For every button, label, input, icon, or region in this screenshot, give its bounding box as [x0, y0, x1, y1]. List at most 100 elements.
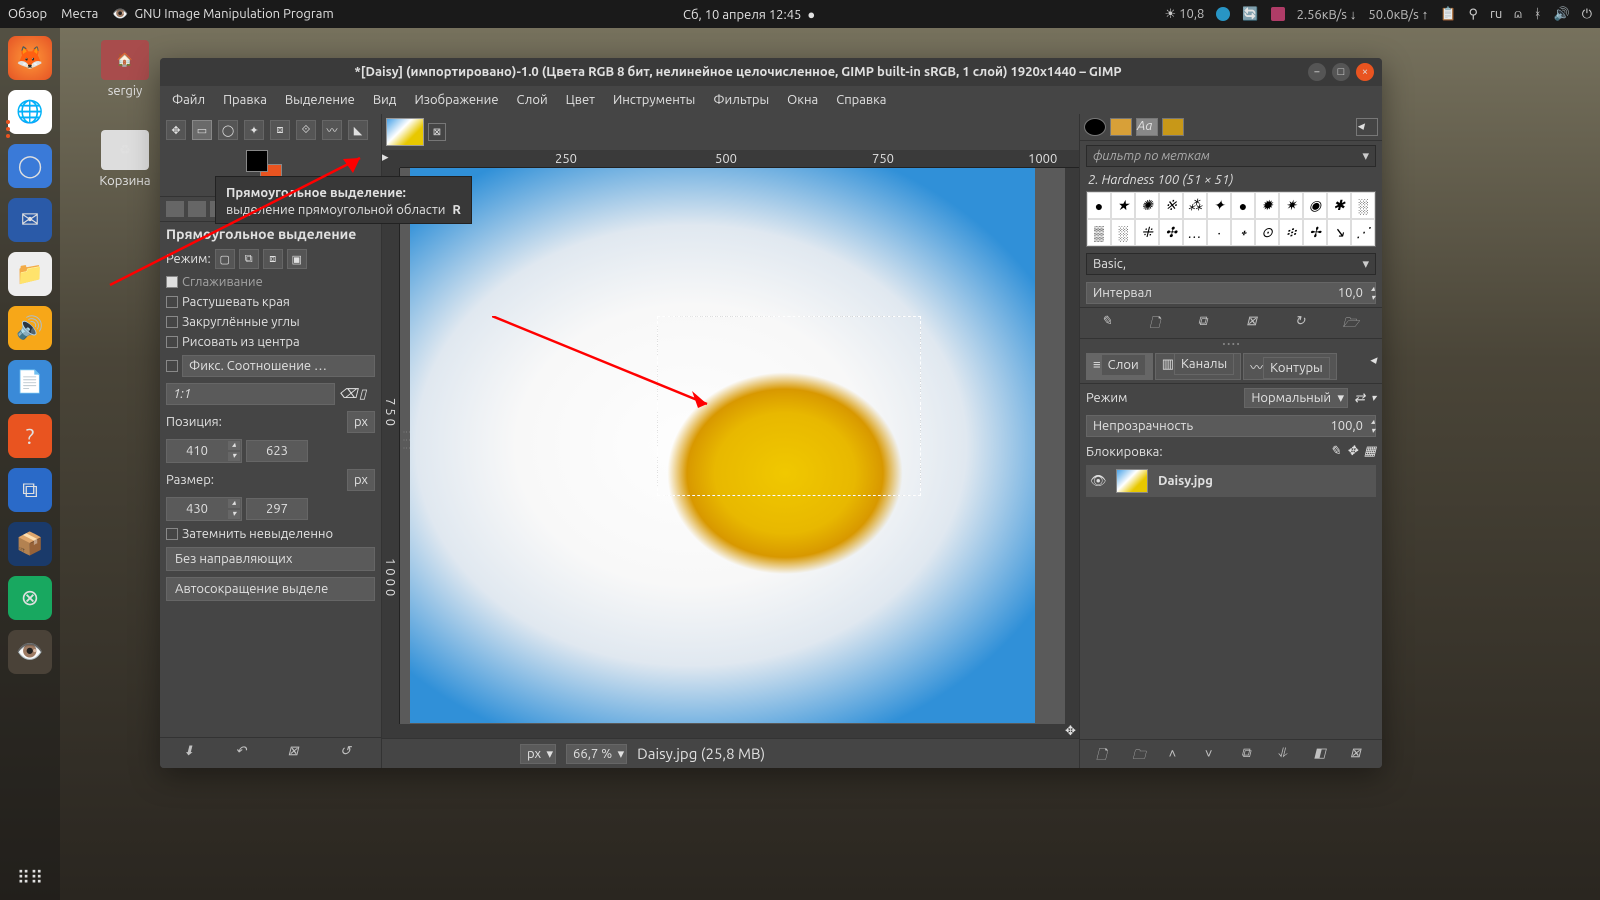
guides-select[interactable]: Без направляющих: [166, 547, 375, 571]
layer-up-icon[interactable]: ˄: [1169, 746, 1185, 762]
brush-preset-select[interactable]: Basic,: [1086, 253, 1376, 275]
scrollbar-h[interactable]: [382, 724, 1065, 738]
chk-darken[interactable]: [166, 528, 178, 540]
accessibility-icon[interactable]: ⚲: [1468, 7, 1478, 22]
weather-indicator[interactable]: ☀ 10,8: [1165, 7, 1205, 22]
window-maximize[interactable]: □: [1332, 63, 1350, 81]
mode-subtract[interactable]: ⧈: [263, 249, 283, 269]
dock-vscode[interactable]: ⧉: [8, 468, 52, 512]
spacing-field[interactable]: Интервал10,0▴▾: [1086, 282, 1376, 304]
brush-new-icon[interactable]: 🗋: [1149, 314, 1167, 332]
selection-marquee[interactable]: [657, 316, 921, 496]
rtab-fonts[interactable]: Aa: [1136, 118, 1158, 136]
layer-group-icon[interactable]: 🗀: [1132, 746, 1148, 762]
menu-tools[interactable]: Инструменты: [613, 93, 695, 107]
layer-delete-icon[interactable]: ⊠: [1350, 746, 1366, 762]
size-w-input[interactable]: ▴▾: [166, 497, 242, 521]
tab-paths[interactable]: 〰Контуры: [1243, 353, 1337, 380]
lock-alpha-icon[interactable]: ▦: [1364, 444, 1376, 459]
bluetooth-icon[interactable]: ᚼ: [1534, 7, 1542, 21]
reset-preset-icon[interactable]: ↺: [340, 744, 358, 762]
brush-edit-icon[interactable]: ✎: [1101, 314, 1119, 332]
restore-preset-icon[interactable]: ↶: [235, 744, 253, 762]
menu-filters[interactable]: Фильтры: [713, 93, 769, 107]
tray-icon-cube[interactable]: [1271, 7, 1285, 21]
window-minimize[interactable]: −: [1308, 63, 1326, 81]
fg-color-swatch[interactable]: [246, 150, 268, 172]
size-h-input[interactable]: [246, 498, 308, 520]
brush-open-icon[interactable]: 🗁: [1343, 314, 1361, 332]
mode-switch-icon[interactable]: ⇄: [1354, 391, 1365, 406]
layer-name[interactable]: Daisy.jpg: [1158, 474, 1213, 488]
image-tab-thumb[interactable]: [386, 118, 424, 146]
brush-del-icon[interactable]: ⊠: [1246, 314, 1264, 332]
tray-icon-1[interactable]: 🔄: [1242, 7, 1258, 22]
ruler-horizontal[interactable]: 250 500 750 1000: [400, 150, 1079, 168]
tab-device-status[interactable]: [188, 201, 206, 217]
brush-grid[interactable]: ●★✺※⁂✦●✹✷◉✱░ ▒░⁜✣…·᛭⊙፨✢↘⋰: [1086, 191, 1376, 247]
window-close[interactable]: ×: [1356, 63, 1374, 81]
menu-windows[interactable]: Окна: [787, 93, 818, 107]
menu-file[interactable]: Файл: [172, 93, 205, 107]
tool-move[interactable]: ✥: [166, 120, 186, 140]
image-canvas[interactable]: ⋮⋮⋮: [400, 168, 1065, 724]
menu-help[interactable]: Справка: [836, 93, 886, 107]
clipboard-icon[interactable]: 📋: [1440, 7, 1456, 22]
dock-help[interactable]: ?: [8, 414, 52, 458]
size-unit[interactable]: px: [347, 469, 375, 491]
places-menu[interactable]: Места: [61, 7, 98, 21]
menu-layer[interactable]: Слой: [517, 93, 548, 107]
save-preset-icon[interactable]: ⬇: [183, 744, 201, 762]
layer-mask-icon[interactable]: ◧: [1314, 746, 1330, 762]
delete-preset-icon[interactable]: ⊠: [288, 744, 306, 762]
layer-dup-icon[interactable]: ⧉: [1241, 746, 1257, 762]
layer-item[interactable]: 👁 Daisy.jpg: [1086, 465, 1376, 497]
menu-color[interactable]: Цвет: [566, 93, 595, 107]
brush-dup-icon[interactable]: ⧉: [1198, 314, 1216, 332]
tool-rect-select[interactable]: ▭: [192, 120, 212, 140]
desktop-trash[interactable]: ♻ Корзина: [90, 130, 160, 188]
window-titlebar[interactable]: *[Daisy] (импортировано)-1.0 (Цвета RGB …: [160, 58, 1382, 86]
lock-position-icon[interactable]: ✥: [1347, 444, 1358, 459]
layer-down-icon[interactable]: ˅: [1205, 746, 1221, 762]
chk-rounded[interactable]: [166, 316, 178, 328]
tab-channels[interactable]: ▥Каналы: [1155, 353, 1241, 380]
dock-gimp[interactable]: 👁️: [8, 630, 52, 674]
menu-select[interactable]: Выделение: [285, 93, 355, 107]
aspect-ratio-input[interactable]: 1:1: [166, 383, 335, 405]
brush-filter-input[interactable]: фильтр по меткам: [1086, 145, 1376, 167]
status-zoom-select[interactable]: 66,7 %: [566, 744, 627, 764]
rtab-patterns[interactable]: [1110, 118, 1132, 136]
dock-separator[interactable]: • • • •: [1080, 339, 1382, 350]
tool-fuzzy-select[interactable]: ✦: [244, 120, 264, 140]
fixed-mode-select[interactable]: Фикс. Соотношение …: [182, 355, 375, 377]
chk-feather[interactable]: [166, 296, 178, 308]
tab-tool-options[interactable]: [166, 201, 184, 217]
mode-replace[interactable]: ▢: [215, 249, 235, 269]
dock-app-green[interactable]: ⊗: [8, 576, 52, 620]
volume-icon[interactable]: 🔊: [1554, 7, 1570, 22]
dock-rhythmbox[interactable]: 🔊: [8, 306, 52, 350]
ltab-menu-icon[interactable]: ◂: [1369, 353, 1376, 380]
layer-new-icon[interactable]: 🗋: [1096, 746, 1112, 762]
portrait-icon[interactable]: ▯: [359, 387, 375, 402]
autoshrink-button[interactable]: Автосокращение выделе: [166, 577, 375, 601]
keyboard-layout[interactable]: ru: [1490, 7, 1502, 21]
mode-intersect[interactable]: ▣: [287, 249, 307, 269]
position-unit[interactable]: px: [347, 411, 375, 433]
dock-apps-grid[interactable]: ⠿⠿: [8, 856, 52, 900]
clock[interactable]: Сб, 10 апреля 12:45 ●: [683, 7, 815, 22]
tool-crop[interactable]: ⧈: [270, 120, 290, 140]
desktop-home-folder[interactable]: 🏠 sergiy: [90, 40, 160, 98]
power-icon[interactable]: ⏻: [1582, 7, 1592, 22]
chk-antialias[interactable]: [166, 276, 178, 288]
status-unit-select[interactable]: px: [520, 744, 556, 764]
pos-y-input[interactable]: [246, 440, 308, 462]
dock-chrome[interactable]: 🌐: [8, 90, 52, 134]
tool-transform[interactable]: ⟐: [296, 120, 316, 140]
dock-files[interactable]: 📁: [8, 252, 52, 296]
layer-merge-icon[interactable]: ⥥: [1277, 746, 1293, 762]
qb-icon[interactable]: [1216, 7, 1230, 21]
tool-warp[interactable]: 〰: [322, 120, 342, 140]
menu-edit[interactable]: Правка: [223, 93, 267, 107]
